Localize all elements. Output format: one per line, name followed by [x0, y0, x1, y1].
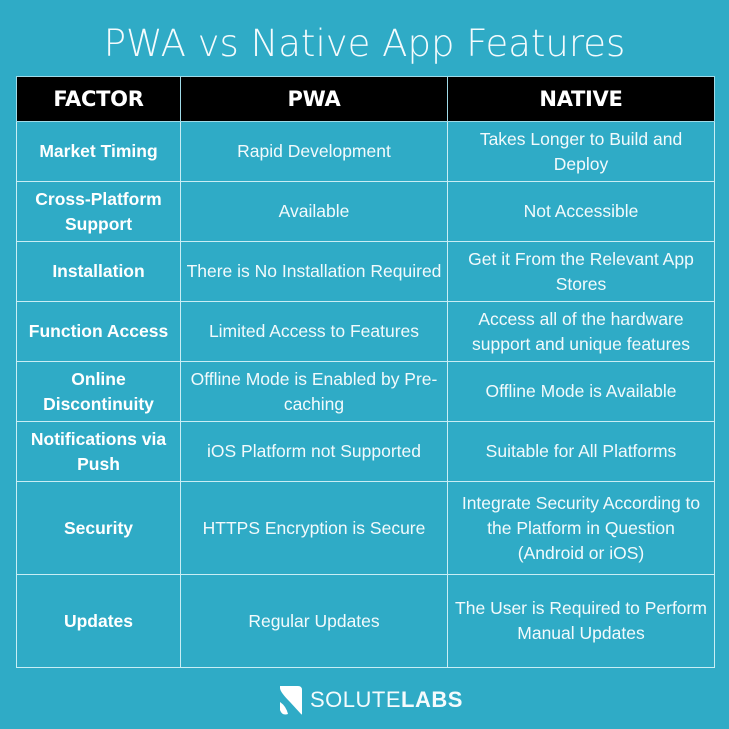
- native-cell: Get it From the Relevant App Stores: [447, 241, 715, 302]
- factor-cell: Installation: [16, 241, 181, 302]
- header-factor: FACTOR: [16, 76, 181, 122]
- factor-cell: Function Access: [16, 301, 181, 362]
- logo-text-bold: LABS: [401, 687, 463, 712]
- native-cell: Integrate Security According to the Plat…: [447, 481, 715, 575]
- pwa-cell: iOS Platform not Supported: [180, 421, 448, 482]
- solutelabs-logo: SOLUTELABS: [278, 683, 463, 717]
- factor-cell: Market Timing: [16, 121, 181, 182]
- table-row: Cross-Platform Support Available Not Acc…: [16, 181, 715, 242]
- pwa-cell: Rapid Development: [180, 121, 448, 182]
- factor-cell: Updates: [16, 574, 181, 668]
- solutelabs-s-icon: [280, 686, 302, 715]
- native-cell: Access all of the hardware support and u…: [447, 301, 715, 362]
- pwa-cell: Regular Updates: [180, 574, 448, 668]
- native-cell: The User is Required to Perform Manual U…: [447, 574, 715, 668]
- table-row: Updates Regular Updates The User is Requ…: [16, 574, 715, 668]
- table-row: Function Access Limited Access to Featur…: [16, 301, 715, 362]
- table-header-row: FACTOR PWA NATIVE: [16, 76, 715, 122]
- pwa-cell: Offline Mode is Enabled by Pre-caching: [180, 361, 448, 422]
- header-native: NATIVE: [447, 76, 715, 122]
- logo-text: SOLUTELABS: [310, 687, 463, 713]
- pwa-cell: Available: [180, 181, 448, 242]
- table-row: Market Timing Rapid Development Takes Lo…: [16, 121, 715, 182]
- native-cell: Not Accessible: [447, 181, 715, 242]
- table-row: Notifications via Push iOS Platform not …: [16, 421, 715, 482]
- pwa-cell: There is No Installation Required: [180, 241, 448, 302]
- comparison-table: FACTOR PWA NATIVE Market Timing Rapid De…: [16, 76, 715, 668]
- table-row: Installation There is No Installation Re…: [16, 241, 715, 302]
- table-row: Security HTTPS Encryption is Secure Inte…: [16, 481, 715, 575]
- native-cell: Offline Mode is Available: [447, 361, 715, 422]
- native-cell: Suitable for All Platforms: [447, 421, 715, 482]
- factor-cell: Notifications via Push: [16, 421, 181, 482]
- factor-cell: Cross-Platform Support: [16, 181, 181, 242]
- pwa-cell: HTTPS Encryption is Secure: [180, 481, 448, 575]
- logo-text-light: SOLUTE: [310, 687, 402, 712]
- pwa-cell: Limited Access to Features: [180, 301, 448, 362]
- header-pwa: PWA: [180, 76, 448, 122]
- table-row: Online Discontinuity Offline Mode is Ena…: [16, 361, 715, 422]
- page-title: PWA vs Native App Features: [103, 22, 626, 65]
- factor-cell: Online Discontinuity: [16, 361, 181, 422]
- native-cell: Takes Longer to Build and Deploy: [447, 121, 715, 182]
- factor-cell: Security: [16, 481, 181, 575]
